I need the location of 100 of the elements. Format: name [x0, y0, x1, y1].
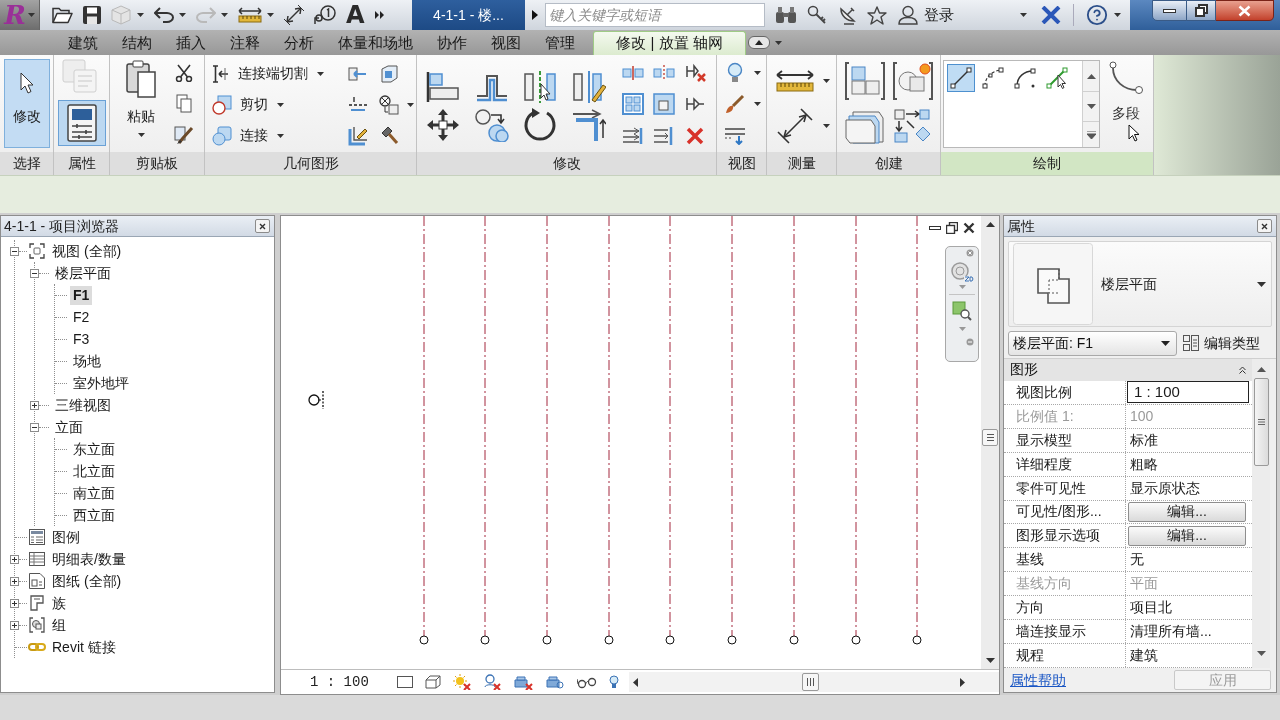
- edit-type-button[interactable]: 编辑类型: [1183, 332, 1260, 354]
- tree-item[interactable]: F2: [70, 307, 93, 327]
- expand-icon[interactable]: [10, 554, 19, 564]
- help-link[interactable]: 属性帮助: [1010, 669, 1066, 691]
- ribbon-toggle-button[interactable]: [748, 36, 770, 49]
- property-value[interactable]: 建筑: [1126, 645, 1162, 666]
- lines-arrow-icon[interactable]: [724, 126, 746, 145]
- move-arrows-icon[interactable]: [426, 108, 461, 142]
- trim-corner-icon[interactable]: [571, 108, 606, 142]
- key-icon[interactable]: [807, 5, 827, 25]
- ribbon-tab[interactable]: 注释: [218, 31, 272, 55]
- square-arrow-icon[interactable]: [347, 64, 368, 83]
- expand-icon[interactable]: [10, 620, 19, 630]
- property-value[interactable]: 项目北: [1126, 597, 1176, 619]
- close-panel-button[interactable]: [255, 219, 270, 233]
- caret-icon[interactable]: [221, 13, 228, 17]
- caret-icon[interactable]: [753, 102, 761, 107]
- vertical-scrollbar[interactable]: [1252, 359, 1270, 668]
- caret-icon[interactable]: [1114, 13, 1121, 17]
- lines-bar-icon[interactable]: [652, 125, 675, 146]
- box-cross-icon[interactable]: [512, 674, 533, 691]
- ribbon-tab[interactable]: 插入: [164, 31, 218, 55]
- shape-tool-button[interactable]: [979, 64, 1007, 92]
- nested-squares-icon[interactable]: [652, 93, 675, 116]
- circle-square-icon[interactable]: [378, 94, 399, 115]
- caret-icon[interactable]: [137, 13, 144, 17]
- scroll-left-icon[interactable]: [632, 677, 638, 687]
- expand-icon[interactable]: [30, 400, 39, 410]
- caret-icon[interactable]: [406, 102, 414, 107]
- tree-item[interactable]: F1: [70, 285, 93, 305]
- scroll-up-icon[interactable]: [1256, 367, 1266, 372]
- pin-cross-icon[interactable]: [683, 62, 706, 83]
- caret-icon[interactable]: [822, 123, 830, 128]
- edit-button[interactable]: 编辑...: [1128, 502, 1246, 522]
- box-circle-icon[interactable]: [544, 674, 565, 691]
- tree-item[interactable]: F3: [70, 329, 93, 349]
- close-icon[interactable]: [963, 222, 975, 234]
- properties-toggle[interactable]: [57, 100, 106, 146]
- delete-icon[interactable]: [685, 126, 704, 145]
- scroll-down-icon[interactable]: [985, 658, 995, 664]
- tree-item[interactable]: 东立面: [70, 439, 118, 459]
- sparkle-cube-icon[interactable]: [893, 61, 933, 100]
- scroll-right-icon[interactable]: [960, 677, 965, 687]
- rectangle-icon[interactable]: [396, 676, 413, 689]
- copy-icon[interactable]: [176, 94, 192, 113]
- type-selector[interactable]: 楼层平面: [1008, 241, 1272, 327]
- binoculars-icon[interactable]: [775, 6, 797, 24]
- collapse-icon[interactable]: [30, 268, 39, 278]
- small-bulb-icon[interactable]: [608, 675, 619, 690]
- align-icon[interactable]: [426, 71, 461, 103]
- tree-item[interactable]: 明细表/数量: [49, 549, 129, 569]
- sign-in-button[interactable]: 登录: [924, 3, 954, 27]
- caret-icon[interactable]: [1020, 13, 1027, 17]
- split-squares-icon[interactable]: [621, 65, 644, 80]
- ribbon-tab[interactable]: 修改 | 放置 轴网: [593, 31, 746, 55]
- flow-boxes-icon[interactable]: [894, 107, 932, 144]
- cube-outline-icon[interactable]: [424, 675, 441, 690]
- tree-item[interactable]: 三维视图: [52, 395, 114, 415]
- scrollbar-thumb[interactable]: [1253, 378, 1269, 466]
- ribbon-button[interactable]: 连接: [212, 120, 334, 151]
- multi-segment-button[interactable]: 多段: [1104, 60, 1148, 148]
- collapse-icon[interactable]: [30, 422, 39, 432]
- scroll-up-icon[interactable]: [1086, 73, 1096, 79]
- offset-lines-icon[interactable]: [474, 72, 509, 102]
- tree-item[interactable]: 族: [49, 593, 69, 613]
- scrollbar-thumb[interactable]: [801, 673, 819, 692]
- undo-arrow-icon[interactable]: [154, 7, 174, 23]
- ribbon-tab[interactable]: 结构: [110, 31, 164, 55]
- expand-gallery-icon[interactable]: [1086, 130, 1096, 139]
- ribbon-tab[interactable]: 建筑: [56, 31, 110, 55]
- tag-icon[interactable]: [314, 5, 336, 25]
- close-button[interactable]: [1216, 0, 1274, 21]
- mirror-axis-icon[interactable]: [523, 70, 558, 104]
- tree-item[interactable]: 北立面: [70, 461, 118, 481]
- ribbon-tab[interactable]: 管理: [533, 31, 587, 55]
- array-grid-icon[interactable]: [621, 93, 644, 116]
- tree-item[interactable]: Revit 链接: [49, 637, 119, 657]
- tree-item[interactable]: 组: [49, 615, 69, 635]
- paintbrush-icon[interactable]: [725, 94, 745, 115]
- tree-item[interactable]: 图例: [49, 527, 83, 547]
- scrollbar-thumb[interactable]: [982, 429, 998, 446]
- ribbon-tab[interactable]: 分析: [272, 31, 326, 55]
- property-value-field[interactable]: 1 : 100: [1127, 381, 1249, 404]
- category-header[interactable]: 图形: [1004, 359, 1252, 381]
- zoom-region-icon[interactable]: [952, 301, 972, 321]
- tree-item[interactable]: 西立面: [70, 505, 118, 525]
- double-chevron-icon[interactable]: [374, 11, 384, 19]
- tree-item[interactable]: 南立面: [70, 483, 118, 503]
- ribbon-tab[interactable]: 协作: [425, 31, 479, 55]
- minimize-button[interactable]: [1152, 0, 1187, 21]
- tree-item[interactable]: 楼层平面: [52, 263, 114, 283]
- ribbon-button[interactable]: 连接端切割: [212, 58, 334, 89]
- horizontal-scrollbar[interactable]: [628, 672, 999, 693]
- property-value[interactable]: 粗略: [1126, 453, 1162, 475]
- tree-item[interactable]: 图纸 (全部): [49, 571, 125, 591]
- instance-dropdown[interactable]: 楼层平面: F1: [1008, 330, 1177, 356]
- bracket-cubes-icon[interactable]: [845, 61, 885, 100]
- property-value[interactable]: 清理所有墙...: [1126, 621, 1216, 643]
- vertical-scrollbar[interactable]: [981, 216, 999, 670]
- shape-tool-button[interactable]: [1043, 64, 1071, 92]
